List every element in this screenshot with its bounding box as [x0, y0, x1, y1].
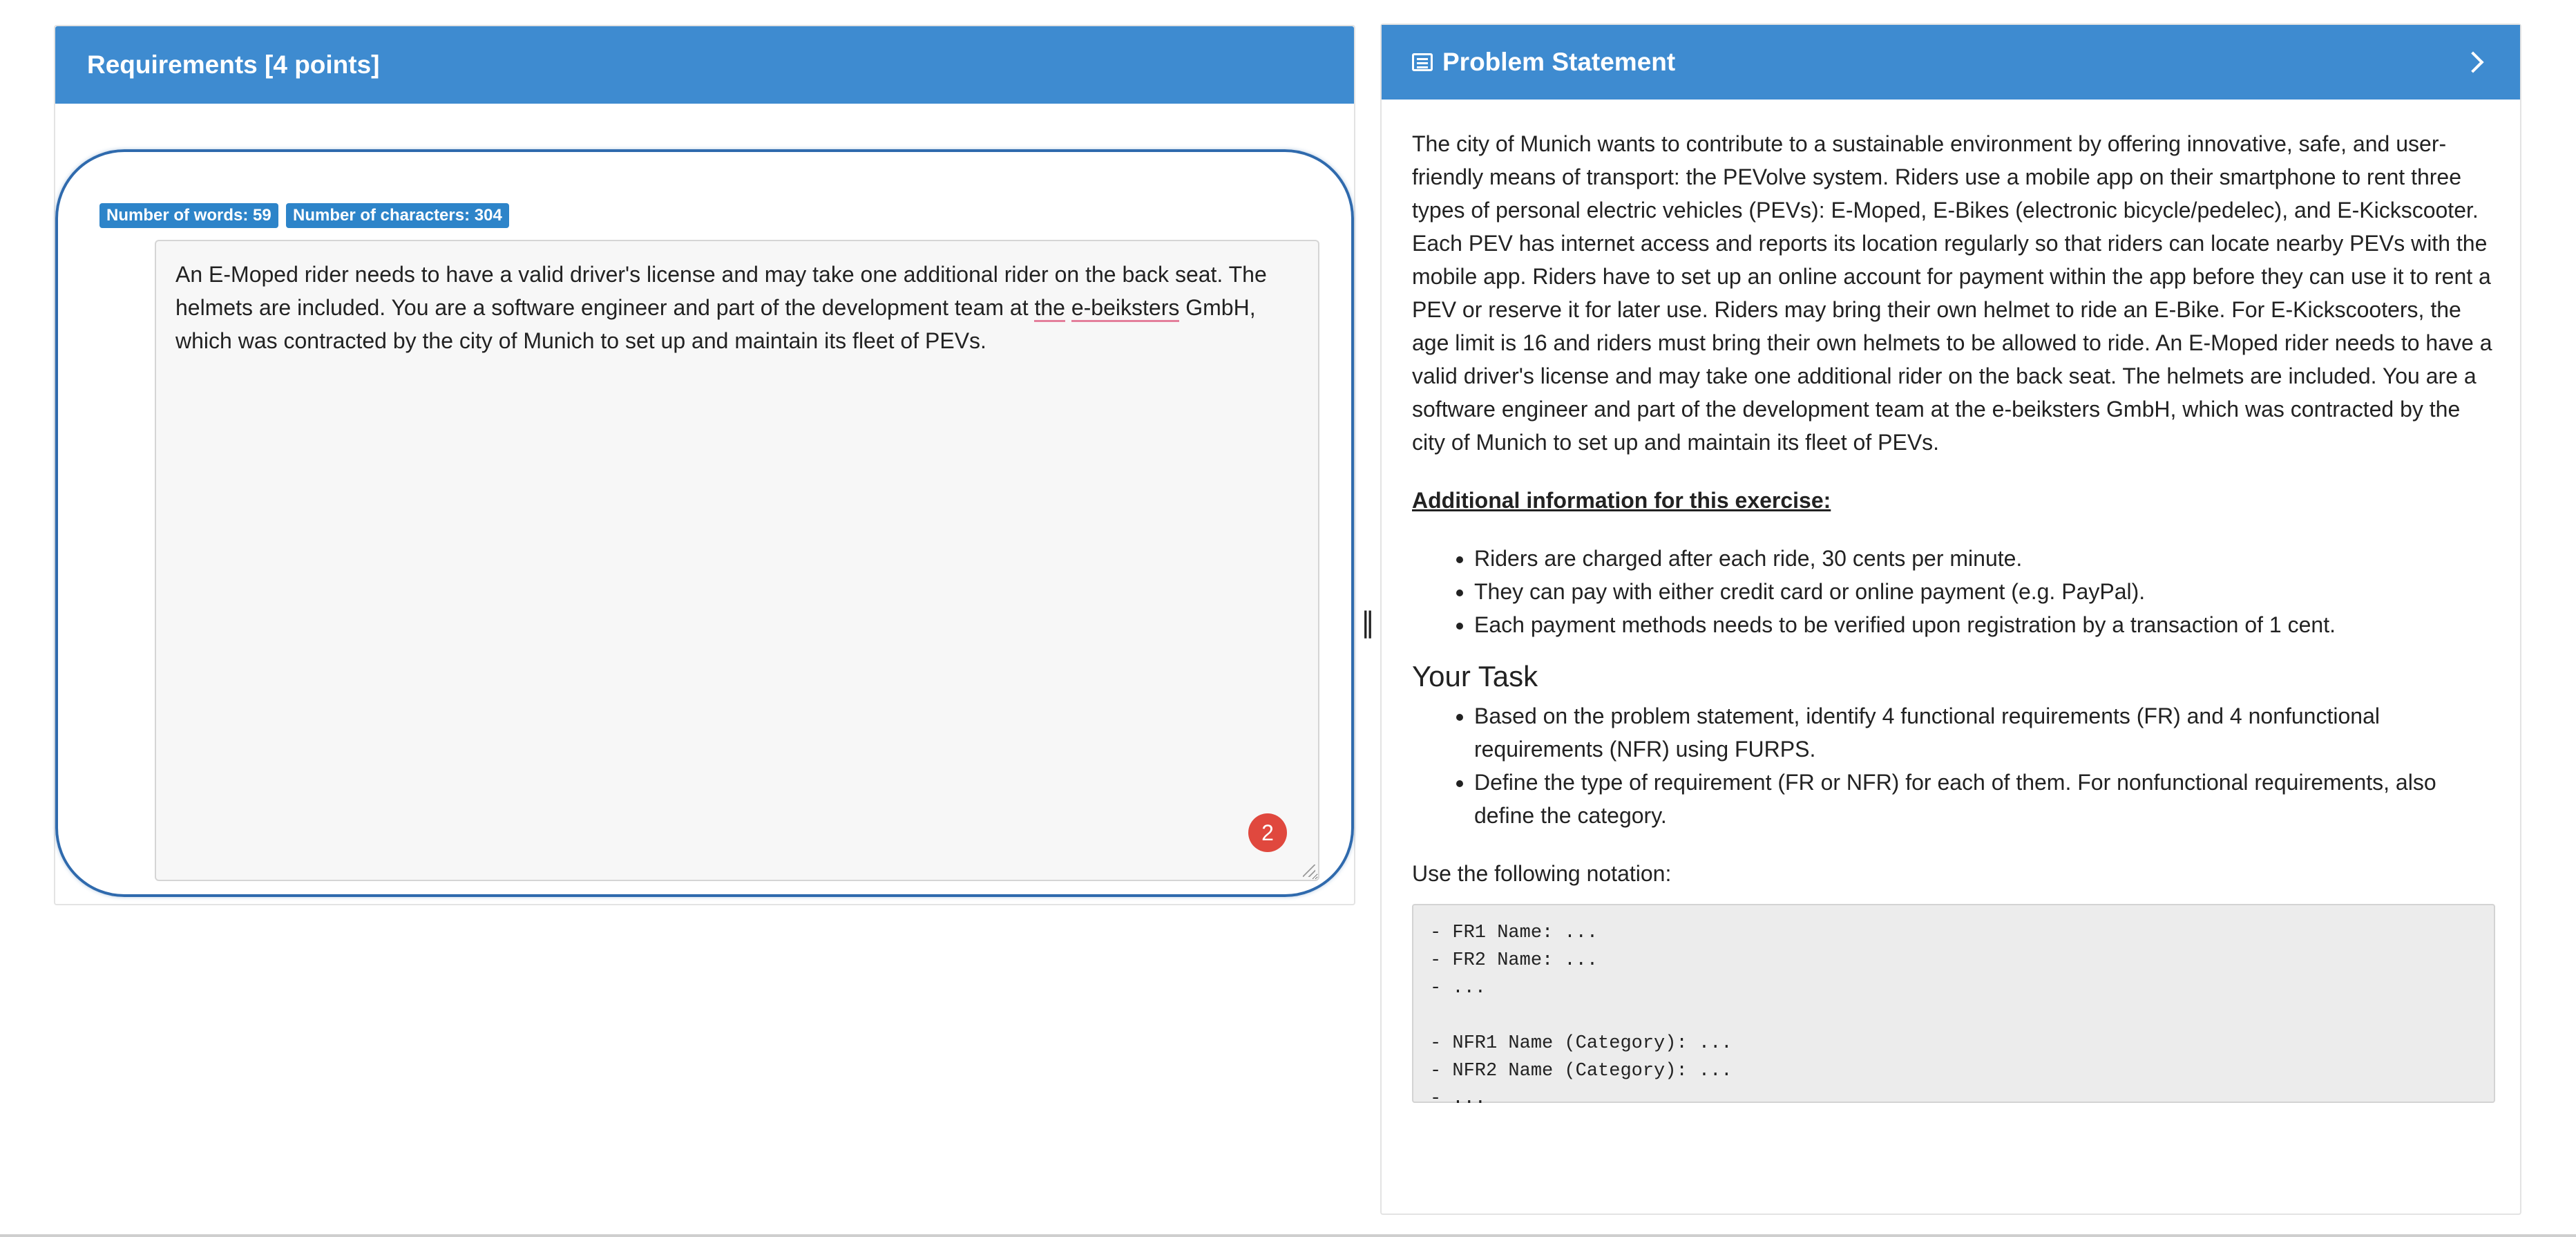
- list-item: Riders are charged after each ride, 30 c…: [1474, 542, 2495, 575]
- additional-info-heading: Additional information for this exercise…: [1412, 488, 1831, 513]
- chevron-right-icon[interactable]: [2462, 46, 2490, 79]
- char-count-badge: Number of characters: 304: [286, 203, 509, 228]
- bottom-divider: [0, 1234, 2576, 1237]
- spelling-flag: e-beiksters: [1071, 295, 1180, 322]
- list-item: They can pay with either credit card or …: [1474, 575, 2495, 608]
- list-item: Each payment methods needs to be verifie…: [1474, 608, 2495, 641]
- requirements-title: Requirements [4 points]: [87, 50, 380, 79]
- additional-info-list: Riders are charged after each ride, 30 c…: [1412, 542, 2495, 641]
- problem-statement-title: Problem Statement: [1442, 48, 1676, 76]
- requirements-header: Requirements [4 points]: [55, 26, 1354, 104]
- issue-counter-badge[interactable]: 2: [1248, 813, 1287, 852]
- problem-intro: The city of Munich wants to contribute t…: [1412, 131, 2492, 455]
- requirements-textarea[interactable]: An E-Moped rider needs to have a valid d…: [155, 240, 1319, 881]
- resize-grip-icon[interactable]: [1303, 865, 1315, 877]
- word-count-badge: Number of words: 59: [99, 203, 278, 228]
- panel-splitter-handle[interactable]: ‖: [1361, 607, 1375, 639]
- notation-code-block: - FR1 Name: ... - FR2 Name: ... - ... - …: [1412, 904, 2495, 1109]
- task-list: Based on the problem statement, identify…: [1412, 699, 2495, 832]
- notation-intro: Use the following notation:: [1412, 861, 1672, 886]
- problem-statement-card: Problem Statement The city of Munich wan…: [1380, 23, 2521, 1215]
- list-alt-icon: [1412, 53, 1433, 71]
- requirements-card: Requirements [4 points] Number of words:…: [54, 25, 1355, 905]
- spelling-flag: the: [1034, 295, 1065, 322]
- list-item: Define the type of requirement (FR or NF…: [1474, 766, 2495, 832]
- problem-statement-header[interactable]: Problem Statement: [1382, 25, 2520, 100]
- answer-text-space: [1065, 295, 1071, 320]
- problem-statement-body: The city of Munich wants to contribute t…: [1412, 127, 2495, 1109]
- task-heading: Your Task: [1412, 660, 1538, 692]
- list-item: Based on the problem statement, identify…: [1474, 699, 2495, 766]
